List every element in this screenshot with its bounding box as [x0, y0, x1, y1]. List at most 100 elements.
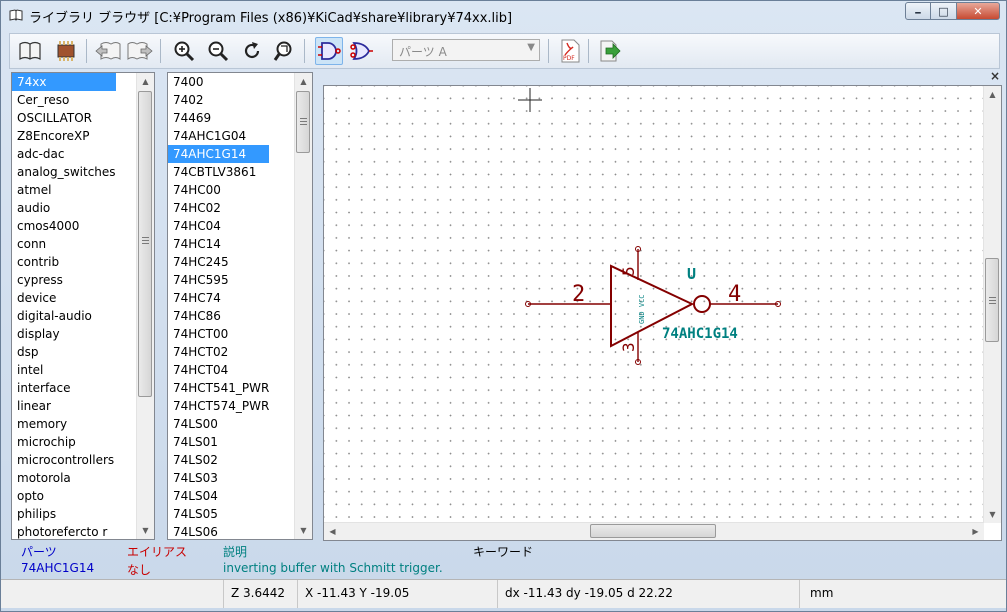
alias-value: なし	[127, 563, 152, 577]
part-list-item[interactable]: 74HCT541_PWR	[168, 379, 269, 397]
refresh-icon[interactable]	[238, 37, 266, 65]
part-list-item[interactable]: 74HCT02	[168, 343, 269, 361]
part-list-item[interactable]: 74CBTLV3861	[168, 163, 269, 181]
zoom-fit-icon[interactable]	[270, 37, 298, 65]
library-browser-window: ライブラリ ブラウザ [C:¥Program Files (x86)¥KiCad…	[0, 0, 1007, 612]
part-list[interactable]: 7400 7402 74469 74AHC1G04 74AHC1G14 74CBTLV38…	[167, 72, 313, 540]
part-list-item[interactable]: 74HC86	[168, 307, 269, 325]
library-list-item[interactable]: adc-dac	[12, 145, 116, 163]
units-readout: mm	[810, 586, 834, 600]
symbol-canvas[interactable]: 2 4 5 3 GND VCC U 74AHC1G14 ▲ ▼ ◀ ▶	[323, 85, 1002, 541]
part-list-item[interactable]: 7402	[168, 91, 269, 109]
library-list-item[interactable]: 74xx	[12, 73, 116, 91]
library-list-item[interactable]: conn	[12, 235, 116, 253]
part-list-item[interactable]: 74HCT574_PWR	[168, 397, 269, 415]
scroll-up-icon[interactable]: ▲	[984, 86, 1001, 103]
close-canvas-icon[interactable]: ×	[990, 69, 1000, 83]
part-list-item[interactable]: 74AHC1G14	[168, 145, 270, 163]
library-list-item[interactable]: linear	[12, 397, 116, 415]
scroll-down-icon[interactable]: ▼	[984, 506, 1001, 523]
part-list-item[interactable]: 74LS00	[168, 415, 269, 433]
part-list-item[interactable]: 74HCT00	[168, 325, 269, 343]
app-icon	[9, 9, 23, 21]
show-de-morgan-normal-icon[interactable]	[315, 37, 343, 65]
title-bar: ライブラリ ブラウザ [C:¥Program Files (x86)¥KiCad…	[1, 1, 1006, 31]
scroll-right-icon[interactable]: ▶	[967, 523, 984, 540]
canvas-hscrollbar[interactable]: ◀ ▶	[324, 522, 984, 540]
minimize-button[interactable]: ━	[905, 2, 931, 20]
part-list-item[interactable]: 74LS01	[168, 433, 269, 451]
library-list-item[interactable]: dsp	[12, 343, 116, 361]
export-to-schematic-icon[interactable]	[596, 37, 624, 65]
part-list-item[interactable]: 74HCT04	[168, 361, 269, 379]
library-list-item[interactable]: Z8EncoreXP	[12, 127, 116, 145]
show-de-morgan-alternate-icon[interactable]	[348, 37, 376, 65]
library-list-item[interactable]: cypress	[12, 271, 116, 289]
canvas-vscroll-thumb[interactable]	[985, 258, 999, 342]
library-list-item[interactable]: contrib	[12, 253, 116, 271]
canvas-hscroll-thumb[interactable]	[590, 524, 716, 538]
part-list-item[interactable]: 74LS03	[168, 469, 269, 487]
library-list-item[interactable]: device	[12, 289, 116, 307]
library-list-item[interactable]: philips	[12, 505, 116, 523]
library-list-item[interactable]: photorefercto r	[12, 523, 116, 539]
library-list-item[interactable]: OSCILLATOR	[12, 109, 116, 127]
library-list[interactable]: 74xx Cer_reso OSCILLATOR Z8EncoreXP adc-dac a…	[11, 72, 155, 540]
scroll-down-icon[interactable]: ▼	[137, 522, 154, 539]
canvas-header: ×	[323, 69, 1002, 85]
library-list-item[interactable]: microchip	[12, 433, 116, 451]
library-list-item[interactable]: atmel	[12, 181, 116, 199]
library-list-item[interactable]: intel	[12, 361, 116, 379]
library-list-item[interactable]: microcontrollers	[12, 451, 116, 469]
previous-part-icon[interactable]	[94, 37, 122, 65]
part-list-item[interactable]: 74LS05	[168, 505, 269, 523]
scroll-up-icon[interactable]: ▲	[295, 73, 312, 90]
export-pdf-icon[interactable]: PDF	[556, 37, 584, 65]
part-list-item[interactable]: 74HC74	[168, 289, 269, 307]
canvas-vscrollbar[interactable]: ▲ ▼	[983, 86, 1001, 523]
part-list-item[interactable]: 74HC245	[168, 253, 269, 271]
scroll-down-icon[interactable]: ▼	[295, 522, 312, 539]
part-list-item[interactable]: 74HC00	[168, 181, 269, 199]
part-list-item[interactable]: 74469	[168, 109, 269, 127]
part-list-item[interactable]: 74HC595	[168, 271, 269, 289]
maximize-button[interactable]: □	[931, 2, 957, 20]
part-list-item[interactable]: 74HC02	[168, 199, 269, 217]
status-cursor: X -11.43 Y -19.05	[297, 580, 497, 608]
part-scroll-thumb[interactable]	[296, 91, 310, 153]
scroll-up-icon[interactable]: ▲	[137, 73, 154, 90]
part-list-item[interactable]: 74HC04	[168, 217, 269, 235]
library-list-item[interactable]: display	[12, 325, 116, 343]
library-scrollbar[interactable]: ▲ ▼	[136, 73, 154, 539]
part-list-item[interactable]: 74LS04	[168, 487, 269, 505]
part-unit-select[interactable]: パーツ A ▼	[392, 39, 540, 61]
library-list-item[interactable]: cmos4000	[12, 217, 116, 235]
select-library-icon[interactable]	[16, 37, 44, 65]
part-list-item[interactable]: 74HC14	[168, 235, 269, 253]
library-scroll-thumb[interactable]	[138, 91, 152, 397]
part-scrollbar[interactable]: ▲ ▼	[294, 73, 312, 539]
library-list-item[interactable]: digital-audio	[12, 307, 116, 325]
library-list-item[interactable]: opto	[12, 487, 116, 505]
part-list-item[interactable]: 74AHC1G04	[168, 127, 269, 145]
library-list-item[interactable]: Cer_reso	[12, 91, 116, 109]
zoom-in-icon[interactable]	[170, 37, 198, 65]
next-part-icon[interactable]	[126, 37, 154, 65]
part-items: 7400 7402 74469 74AHC1G04 74AHC1G14 74CBTLV38…	[168, 73, 270, 539]
library-items: 74xx Cer_reso OSCILLATOR Z8EncoreXP adc-dac a…	[12, 73, 116, 539]
input-pin-number: 2	[572, 282, 585, 307]
library-list-item[interactable]: audio	[12, 199, 116, 217]
part-list-item[interactable]: 74LS06	[168, 523, 269, 539]
library-list-item[interactable]: memory	[12, 415, 116, 433]
library-list-item[interactable]: analog_switches	[12, 163, 116, 181]
part-list-item[interactable]: 74LS02	[168, 451, 269, 469]
select-part-icon[interactable]	[52, 37, 80, 65]
close-button[interactable]: ✕	[957, 2, 1000, 20]
library-list-item[interactable]: interface	[12, 379, 116, 397]
library-list-item[interactable]: motorola	[12, 469, 116, 487]
close-icon: ✕	[973, 4, 983, 18]
scroll-left-icon[interactable]: ◀	[324, 523, 341, 540]
zoom-out-icon[interactable]	[204, 37, 232, 65]
status-units: mm	[799, 580, 1006, 608]
part-list-item[interactable]: 7400	[168, 73, 269, 91]
